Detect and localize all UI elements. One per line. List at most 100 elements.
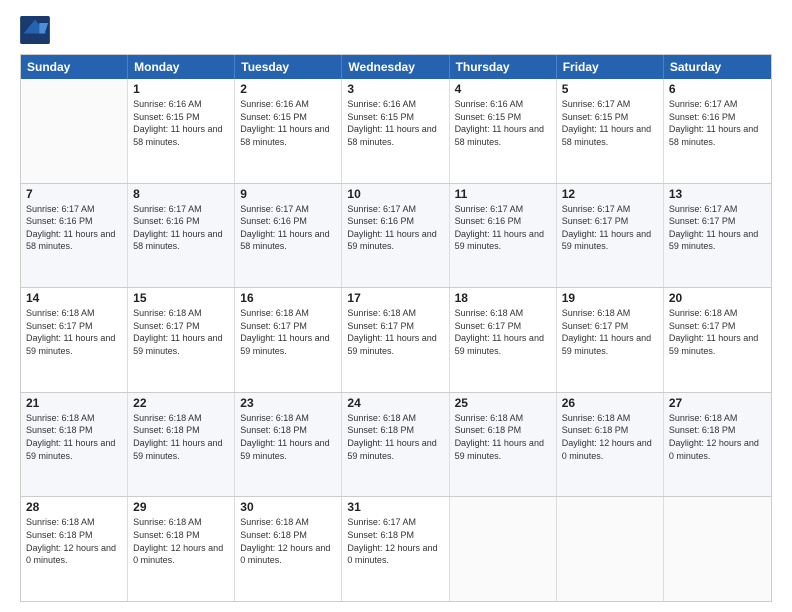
- calendar-cell: 10Sunrise: 6:17 AMSunset: 6:16 PMDayligh…: [342, 184, 449, 288]
- calendar-cell: [664, 497, 771, 601]
- calendar-cell: 5 Sunrise: 6:17 AMSunset: 6:15 PMDaylight…: [557, 79, 664, 183]
- header-cell-monday: Monday: [128, 55, 235, 79]
- cell-day-number: 23: [240, 396, 336, 410]
- calendar-cell: 23 Sunrise: 6:18 AMSunset: 6:18 PMDayligh…: [235, 393, 342, 497]
- cell-info: Sunrise: 6:18 AMSunset: 6:18 PMDaylight:…: [669, 412, 766, 462]
- cell-day-number: 18: [455, 291, 551, 305]
- cell-day-number: 4: [455, 82, 551, 96]
- cell-info: Sunrise: 6:17 AMSunset: 6:16 PMDaylight:…: [669, 98, 766, 148]
- cell-day-number: 6: [669, 82, 766, 96]
- cell-day-number: 19: [562, 291, 658, 305]
- cell-day-number: 24: [347, 396, 443, 410]
- cell-day-number: 28: [26, 500, 122, 514]
- calendar-body: 1 Sunrise: 6:16 AMSunset: 6:15 PMDaylight…: [21, 79, 771, 601]
- calendar-cell: 16 Sunrise: 6:18 AMSunset: 6:17 PMDayligh…: [235, 288, 342, 392]
- cell-day-number: 14: [26, 291, 122, 305]
- calendar-cell: [557, 497, 664, 601]
- calendar-cell: 17 Sunrise: 6:18 AMSunset: 6:17 PMDayligh…: [342, 288, 449, 392]
- calendar-cell: 14Sunrise: 6:18 AMSunset: 6:17 PMDayligh…: [21, 288, 128, 392]
- cell-info: Sunrise: 6:17 AMSunset: 6:16 PMDaylight:…: [26, 203, 122, 253]
- header: [20, 16, 772, 44]
- cell-info: Sunrise: 6:17 AMSunset: 6:15 PMDaylight:…: [562, 98, 658, 148]
- calendar-week-5: 28 Sunrise: 6:18 AMSunset: 6:18 PMDayligh…: [21, 497, 771, 601]
- cell-day-number: 10: [347, 187, 443, 201]
- cell-info: Sunrise: 6:18 AMSunset: 6:17 PMDaylight:…: [133, 307, 229, 357]
- cell-day-number: 7: [26, 187, 122, 201]
- calendar-cell: 3 Sunrise: 6:16 AMSunset: 6:15 PMDaylight…: [342, 79, 449, 183]
- cell-info: Sunrise: 6:16 AMSunset: 6:15 PMDaylight:…: [133, 98, 229, 148]
- header-cell-thursday: Thursday: [450, 55, 557, 79]
- calendar-cell: [21, 79, 128, 183]
- page: SundayMondayTuesdayWednesdayThursdayFrid…: [0, 0, 792, 612]
- cell-info: Sunrise: 6:17 AMSunset: 6:16 PMDaylight:…: [455, 203, 551, 253]
- cell-info: Sunrise: 6:18 AMSunset: 6:17 PMDaylight:…: [669, 307, 766, 357]
- calendar-cell: 7 Sunrise: 6:17 AMSunset: 6:16 PMDaylight…: [21, 184, 128, 288]
- cell-info: Sunrise: 6:18 AMSunset: 6:18 PMDaylight:…: [133, 516, 229, 566]
- cell-day-number: 29: [133, 500, 229, 514]
- calendar-cell: 28 Sunrise: 6:18 AMSunset: 6:18 PMDayligh…: [21, 497, 128, 601]
- cell-info: Sunrise: 6:17 AMSunset: 6:17 PMDaylight:…: [669, 203, 766, 253]
- calendar-cell: 1 Sunrise: 6:16 AMSunset: 6:15 PMDaylight…: [128, 79, 235, 183]
- cell-day-number: 3: [347, 82, 443, 96]
- cell-info: Sunrise: 6:18 AMSunset: 6:18 PMDaylight:…: [240, 412, 336, 462]
- cell-info: Sunrise: 6:16 AMSunset: 6:15 PMDaylight:…: [347, 98, 443, 148]
- calendar-cell: 25 Sunrise: 6:18 AMSunset: 6:18 PMDayligh…: [450, 393, 557, 497]
- cell-info: Sunrise: 6:18 AMSunset: 6:17 PMDaylight:…: [455, 307, 551, 357]
- cell-info: Sunrise: 6:18 AMSunset: 6:18 PMDaylight:…: [455, 412, 551, 462]
- calendar-cell: 11 Sunrise: 6:17 AMSunset: 6:16 PMDayligh…: [450, 184, 557, 288]
- cell-info: Sunrise: 6:17 AMSunset: 6:16 PMDaylight:…: [240, 203, 336, 253]
- calendar-cell: 24 Sunrise: 6:18 AMSunset: 6:18 PMDayligh…: [342, 393, 449, 497]
- cell-info: Sunrise: 6:18 AMSunset: 6:17 PMDaylight:…: [347, 307, 443, 357]
- cell-info: Sunrise: 6:18 AMSunset: 6:18 PMDaylight:…: [26, 412, 122, 462]
- calendar-cell: 15 Sunrise: 6:18 AMSunset: 6:17 PMDayligh…: [128, 288, 235, 392]
- cell-info: Sunrise: 6:17 AMSunset: 6:16 PMDaylight:…: [133, 203, 229, 253]
- cell-info: Sunrise: 6:18 AMSunset: 6:18 PMDaylight:…: [26, 516, 122, 566]
- header-cell-wednesday: Wednesday: [342, 55, 449, 79]
- calendar-header: SundayMondayTuesdayWednesdayThursdayFrid…: [21, 55, 771, 79]
- calendar-cell: 21 Sunrise: 6:18 AMSunset: 6:18 PMDayligh…: [21, 393, 128, 497]
- calendar-cell: 29 Sunrise: 6:18 AMSunset: 6:18 PMDayligh…: [128, 497, 235, 601]
- header-cell-sunday: Sunday: [21, 55, 128, 79]
- cell-day-number: 5: [562, 82, 658, 96]
- cell-day-number: 17: [347, 291, 443, 305]
- calendar-cell: 31Sunrise: 6:17 AMSunset: 6:18 PMDayligh…: [342, 497, 449, 601]
- calendar-cell: 8 Sunrise: 6:17 AMSunset: 6:16 PMDaylight…: [128, 184, 235, 288]
- cell-day-number: 22: [133, 396, 229, 410]
- cell-day-number: 21: [26, 396, 122, 410]
- calendar-cell: 4Sunrise: 6:16 AMSunset: 6:15 PMDaylight…: [450, 79, 557, 183]
- cell-info: Sunrise: 6:17 AMSunset: 6:18 PMDaylight:…: [347, 516, 443, 566]
- logo: [20, 16, 54, 44]
- calendar-week-1: 1 Sunrise: 6:16 AMSunset: 6:15 PMDaylight…: [21, 79, 771, 184]
- calendar-cell: 18 Sunrise: 6:18 AMSunset: 6:17 PMDayligh…: [450, 288, 557, 392]
- cell-day-number: 25: [455, 396, 551, 410]
- cell-day-number: 16: [240, 291, 336, 305]
- cell-info: Sunrise: 6:18 AMSunset: 6:18 PMDaylight:…: [347, 412, 443, 462]
- cell-day-number: 1: [133, 82, 229, 96]
- calendar-cell: 9 Sunrise: 6:17 AMSunset: 6:16 PMDaylight…: [235, 184, 342, 288]
- cell-day-number: 20: [669, 291, 766, 305]
- cell-info: Sunrise: 6:18 AMSunset: 6:18 PMDaylight:…: [133, 412, 229, 462]
- calendar-cell: 2 Sunrise: 6:16 AMSunset: 6:15 PMDaylight…: [235, 79, 342, 183]
- calendar-cell: 13 Sunrise: 6:17 AMSunset: 6:17 PMDayligh…: [664, 184, 771, 288]
- cell-day-number: 8: [133, 187, 229, 201]
- cell-info: Sunrise: 6:18 AMSunset: 6:17 PMDaylight:…: [240, 307, 336, 357]
- cell-day-number: 13: [669, 187, 766, 201]
- calendar-cell: 6 Sunrise: 6:17 AMSunset: 6:16 PMDaylight…: [664, 79, 771, 183]
- cell-info: Sunrise: 6:18 AMSunset: 6:18 PMDaylight:…: [562, 412, 658, 462]
- calendar: SundayMondayTuesdayWednesdayThursdayFrid…: [20, 54, 772, 602]
- header-cell-tuesday: Tuesday: [235, 55, 342, 79]
- cell-info: Sunrise: 6:16 AMSunset: 6:15 PMDaylight:…: [240, 98, 336, 148]
- cell-day-number: 9: [240, 187, 336, 201]
- cell-day-number: 11: [455, 187, 551, 201]
- calendar-cell: 12Sunrise: 6:17 AMSunset: 6:17 PMDayligh…: [557, 184, 664, 288]
- cell-info: Sunrise: 6:18 AMSunset: 6:18 PMDaylight:…: [240, 516, 336, 566]
- calendar-cell: 27Sunrise: 6:18 AMSunset: 6:18 PMDayligh…: [664, 393, 771, 497]
- cell-info: Sunrise: 6:17 AMSunset: 6:17 PMDaylight:…: [562, 203, 658, 253]
- calendar-cell: [450, 497, 557, 601]
- calendar-cell: 30Sunrise: 6:18 AMSunset: 6:18 PMDayligh…: [235, 497, 342, 601]
- calendar-week-3: 14 Sunrise: 6:18 AMSunset: 6:17 PMDayligh…: [21, 288, 771, 393]
- cell-day-number: 26: [562, 396, 658, 410]
- cell-day-number: 15: [133, 291, 229, 305]
- calendar-cell: 20 Sunrise: 6:18 AMSunset: 6:17 PMDayligh…: [664, 288, 771, 392]
- cell-day-number: 2: [240, 82, 336, 96]
